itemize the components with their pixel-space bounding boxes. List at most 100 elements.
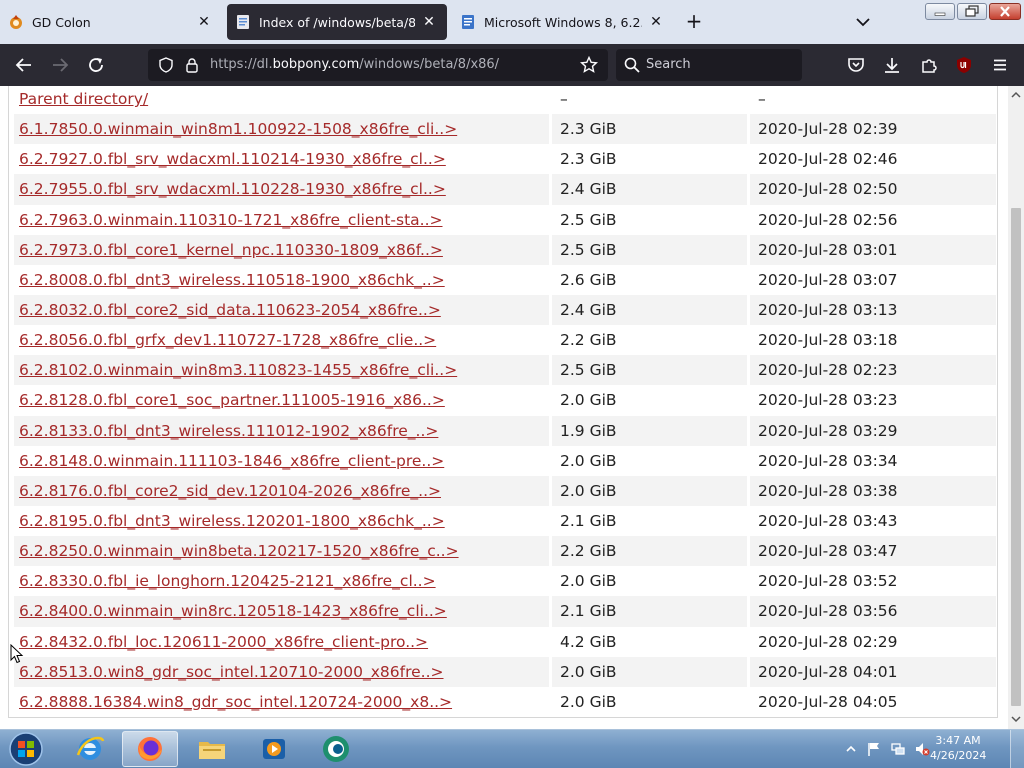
directory-listing-table: Parent directory/ – – 6.1.7850.0.winmain… (14, 86, 996, 717)
action-center-flag-icon[interactable] (866, 741, 882, 757)
file-link[interactable]: 6.2.8102.0.winmain_win8m3.110823-1455_x8… (19, 361, 457, 379)
close-tab-icon[interactable]: ✕ (421, 14, 437, 30)
file-date: 2020-Jul-28 03:47 (747, 536, 996, 567)
file-link[interactable]: 6.2.8888.16384.win8_gdr_soc_intel.120724… (19, 693, 452, 711)
windows-taskbar: 3:47 AM 4/26/2024 (0, 729, 1024, 768)
file-link[interactable]: 6.2.8133.0.fbl_dnt3_wireless.111012-1902… (19, 422, 438, 440)
new-tab-button[interactable]: + (682, 10, 706, 34)
remote-assistance-icon (323, 736, 349, 762)
extensions-puzzle-icon[interactable] (919, 55, 939, 75)
address-bar[interactable]: https://dl.bobpony.com/windows/beta/8/x8… (148, 49, 608, 81)
file-link[interactable]: 6.2.8032.0.fbl_core2_sid_data.110623-205… (19, 301, 441, 319)
file-link[interactable]: 6.2.8250.0.winmain_win8beta.120217-1520_… (19, 542, 459, 560)
file-date: 2020-Jul-28 03:23 (747, 385, 996, 416)
file-size: 2.0 GiB (549, 656, 747, 687)
minimize-button[interactable] (925, 3, 955, 20)
file-explorer-taskbar-button[interactable] (184, 731, 240, 767)
file-link[interactable]: 6.2.7927.0.fbl_srv_wdacxml.110214-1930_x… (19, 150, 446, 168)
downloads-icon[interactable] (882, 55, 902, 75)
table-row: 6.2.8128.0.fbl_core1_soc_partner.111005-… (14, 385, 996, 416)
file-size: 2.0 GiB (549, 385, 747, 416)
table-row: 6.1.7850.0.winmain_win8m1.100922-1508_x8… (14, 114, 996, 145)
parent-directory-link[interactable]: Parent directory/ (19, 90, 148, 108)
table-row: 6.2.7973.0.fbl_core1_kernel_npc.110330-1… (14, 234, 996, 265)
tab-title: Index of /windows/beta/8/x86/ (259, 14, 415, 30)
show-hidden-icons-chevron-up-icon[interactable] (843, 741, 859, 757)
network-icon[interactable] (890, 741, 906, 757)
file-date: 2020-Jul-28 02:50 (747, 174, 996, 205)
file-link[interactable]: 6.2.8056.0.fbl_grfx_dev1.110727-1728_x86… (19, 331, 436, 349)
file-link[interactable]: 6.2.8008.0.fbl_dnt3_wireless.110518-1900… (19, 271, 445, 289)
file-link[interactable]: 6.2.8330.0.fbl_ie_longhorn.120425-2121_x… (19, 572, 436, 590)
file-size: 2.1 GiB (549, 505, 747, 537)
scroll-down-arrow-icon[interactable] (1011, 714, 1021, 724)
list-all-tabs-chevron-down-icon[interactable] (852, 12, 874, 32)
file-link[interactable]: 6.2.8400.0.winmain_win8rc.120518-1423_x8… (19, 602, 447, 620)
volume-muted-icon[interactable] (914, 741, 930, 757)
page-favicon-icon (460, 14, 476, 30)
file-date: 2020-Jul-28 02:46 (747, 144, 996, 175)
ublock-origin-icon[interactable] (954, 55, 974, 75)
bookmark-star-icon[interactable] (579, 55, 599, 78)
pocket-icon[interactable] (846, 55, 866, 75)
navigation-toolbar: https://dl.bobpony.com/windows/beta/8/x8… (0, 44, 1024, 86)
file-size: 1.9 GiB (549, 415, 747, 446)
firefox-icon (138, 737, 162, 761)
shield-icon[interactable] (158, 57, 174, 77)
table-row: 6.2.8008.0.fbl_dnt3_wireless.110518-1900… (14, 264, 996, 295)
file-date: 2020-Jul-28 03:56 (747, 596, 996, 627)
scrollbar-thumb[interactable] (1011, 208, 1021, 706)
file-size: – (549, 86, 747, 115)
file-link[interactable]: 6.2.7963.0.winmain.110310-1721_x86fre_cl… (19, 211, 443, 229)
tab-gd-colon[interactable]: GD Colon ✕ (0, 4, 222, 40)
media-player-taskbar-button[interactable] (246, 731, 302, 767)
table-row: 6.2.8432.0.fbl_loc.120611-2000_x86fre_cl… (14, 626, 996, 657)
file-link[interactable]: 6.2.8128.0.fbl_core1_soc_partner.111005-… (19, 391, 445, 409)
restore-button[interactable] (957, 3, 987, 20)
hamburger-menu-icon[interactable] (990, 55, 1010, 75)
file-size: 2.6 GiB (549, 264, 747, 295)
tab-microsoft-windows-8[interactable]: Microsoft Windows 8, 6.2.8375.0... ✕ (452, 4, 674, 40)
remote-assistance-taskbar-button[interactable] (308, 731, 364, 767)
taskbar-clock[interactable]: 3:47 AM 4/26/2024 (930, 733, 986, 763)
file-link[interactable]: 6.2.8148.0.winmain.111103-1846_x86fre_cl… (19, 452, 444, 470)
table-row: 6.2.8400.0.winmain_win8rc.120518-1423_x8… (14, 596, 996, 627)
file-link[interactable]: 6.2.8513.0.win8_gdr_soc_intel.120710-200… (19, 663, 444, 681)
start-orb-button[interactable] (0, 731, 52, 767)
reload-icon[interactable] (86, 55, 106, 75)
file-size: 2.5 GiB (549, 234, 747, 265)
lock-icon[interactable] (184, 57, 200, 77)
forward-arrow-icon[interactable] (50, 55, 70, 75)
file-date: – (747, 86, 996, 115)
tab-title: GD Colon (32, 14, 91, 30)
search-icon (624, 57, 640, 77)
internet-explorer-taskbar-button[interactable] (62, 731, 118, 767)
file-date: 2020-Jul-28 03:18 (747, 325, 996, 356)
windows-logo-icon (9, 732, 43, 766)
page-content: Parent directory/ – – 6.1.7850.0.winmain… (0, 86, 1008, 729)
show-desktop-button[interactable] (1010, 730, 1024, 768)
scroll-up-arrow-icon[interactable] (1011, 90, 1021, 100)
file-size: 2.5 GiB (549, 204, 747, 235)
back-arrow-icon[interactable] (14, 55, 34, 75)
firefox-taskbar-button[interactable] (122, 731, 178, 767)
search-box[interactable]: Search (616, 49, 802, 81)
file-link[interactable]: 6.2.7973.0.fbl_core1_kernel_npc.110330-1… (19, 241, 443, 259)
file-link[interactable]: 6.2.7955.0.fbl_srv_wdacxml.110228-1930_x… (19, 180, 446, 198)
vertical-scrollbar[interactable] (1008, 86, 1024, 729)
table-row: 6.2.8330.0.fbl_ie_longhorn.120425-2121_x… (14, 566, 996, 597)
table-row: 6.2.8056.0.fbl_grfx_dev1.110727-1728_x86… (14, 325, 996, 356)
file-link[interactable]: 6.2.8195.0.fbl_dnt3_wireless.120201-1800… (19, 512, 445, 530)
file-link[interactable]: 6.2.8432.0.fbl_loc.120611-2000_x86fre_cl… (19, 633, 428, 651)
file-size: 2.3 GiB (549, 144, 747, 175)
close-tab-icon[interactable]: ✕ (648, 14, 664, 30)
tab-index-of-windows[interactable]: Index of /windows/beta/8/x86/ ✕ (227, 4, 447, 40)
file-link[interactable]: 6.2.8176.0.fbl_core2_sid_dev.120104-2026… (19, 482, 441, 500)
file-date: 2020-Jul-28 02:39 (747, 114, 996, 145)
file-date: 2020-Jul-28 02:56 (747, 204, 996, 235)
close-tab-icon[interactable]: ✕ (196, 14, 212, 30)
file-link[interactable]: 6.1.7850.0.winmain_win8m1.100922-1508_x8… (19, 120, 457, 138)
url-text[interactable]: https://dl.bobpony.com/windows/beta/8/x8… (210, 57, 499, 72)
close-window-button[interactable] (989, 3, 1021, 20)
url-scheme: https://dl. (210, 57, 273, 72)
